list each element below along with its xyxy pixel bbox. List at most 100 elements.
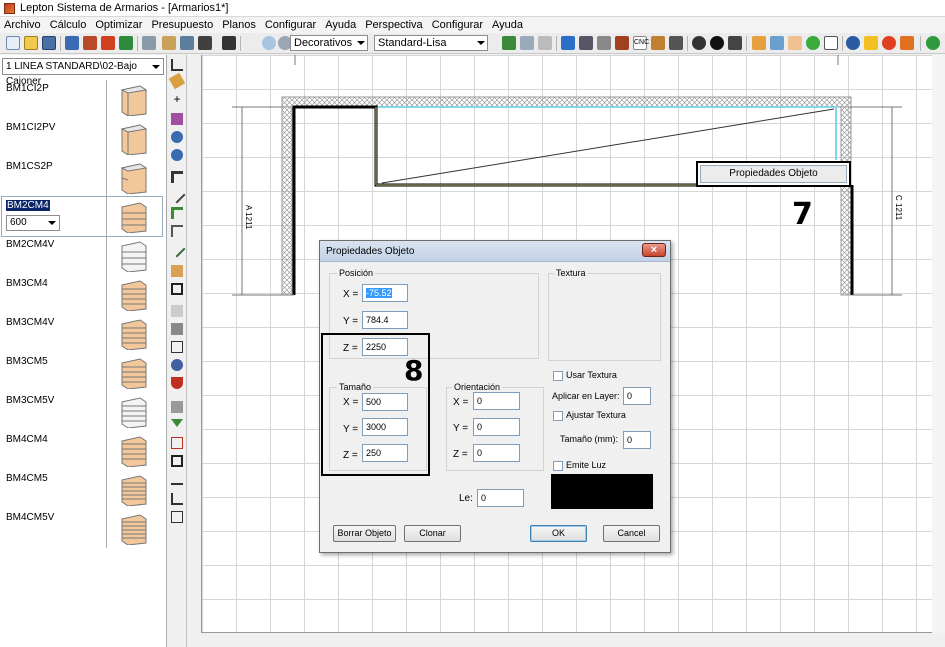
tools-icon[interactable] (538, 36, 552, 50)
list-item[interactable]: BM2CM4V (2, 236, 162, 275)
find-icon[interactable] (180, 36, 194, 50)
user-icon[interactable] (926, 36, 940, 50)
money-icon[interactable] (806, 36, 820, 50)
camera-icon[interactable] (692, 36, 706, 50)
box-icon[interactable] (171, 305, 183, 317)
shelf-icon[interactable] (171, 401, 183, 413)
ruler-icon[interactable] (168, 72, 186, 90)
line-icon[interactable] (651, 36, 665, 50)
pencil-icon[interactable] (162, 36, 176, 50)
print-icon[interactable] (83, 36, 97, 50)
fit-texture-checkbox[interactable] (553, 411, 563, 421)
family-select[interactable]: 1 LINEA STANDARD\02-Bajo Cajoner (2, 58, 164, 87)
camera-icon[interactable] (198, 36, 212, 50)
menu-perspectiva[interactable]: Perspectiva (365, 19, 422, 31)
frame-icon[interactable] (171, 225, 183, 237)
cnc-icon[interactable]: CNC (633, 36, 649, 50)
stand-icon[interactable] (171, 323, 183, 335)
globe-icon[interactable] (846, 36, 860, 50)
base-icon[interactable] (171, 473, 183, 485)
printer-icon[interactable] (142, 36, 156, 50)
delete-object-button[interactable]: Borrar Objeto (333, 525, 396, 542)
crosshair-icon[interactable]: + (171, 93, 183, 105)
lightbulb-icon[interactable] (262, 36, 276, 50)
clone-button[interactable]: Clonar (404, 525, 461, 542)
briefcase-icon[interactable] (900, 36, 914, 50)
le-field[interactable]: 0 (477, 489, 524, 507)
list-item[interactable]: BM3CM4 (2, 275, 162, 314)
gear-icon[interactable] (710, 36, 724, 50)
menu-configurar-2[interactable]: Configurar (432, 19, 483, 31)
zoom-icon[interactable] (520, 36, 534, 50)
new-file-icon[interactable] (6, 36, 20, 50)
list-item[interactable]: BM3CM5 (2, 353, 162, 392)
list-item[interactable]: BM4CM5V (2, 509, 162, 548)
split-icon[interactable] (669, 36, 683, 50)
hanger-icon[interactable] (171, 377, 183, 389)
list-item[interactable]: BM1CS2P (2, 158, 162, 197)
rotate-icon[interactable] (171, 493, 183, 505)
cancel-button[interactable]: Cancel (603, 525, 660, 542)
window-icon[interactable] (770, 36, 784, 50)
menu-archivo[interactable]: Archivo (4, 19, 41, 31)
select-icon[interactable] (171, 113, 183, 125)
monitor-icon[interactable] (65, 36, 79, 50)
list-item[interactable]: BM4CM4 (2, 431, 162, 470)
handle-icon[interactable] (171, 359, 183, 371)
help-icon[interactable] (882, 36, 896, 50)
menu-configurar[interactable]: Configurar (265, 19, 316, 31)
module-icon[interactable] (171, 455, 183, 467)
zoom-in-icon[interactable] (171, 131, 183, 143)
close-icon[interactable]: × (642, 243, 666, 257)
corner-icon[interactable] (171, 171, 183, 183)
material-filter-select[interactable]: Decorativos (290, 35, 368, 51)
context-menu-item-propiedades[interactable]: Propiedades Objeto (700, 165, 847, 183)
position-y-field[interactable]: 784.4 (362, 311, 408, 329)
finish-select[interactable]: Standard-Lisa (374, 35, 488, 51)
list-item[interactable]: BM3CM5V (2, 392, 162, 431)
texture-size-field[interactable]: 0 (623, 431, 651, 449)
tree-icon[interactable] (502, 36, 516, 50)
menu-ayuda[interactable]: Ayuda (325, 19, 356, 31)
drawer-icon[interactable] (171, 437, 183, 449)
save-icon[interactable] (42, 36, 56, 50)
line-tool-icon[interactable] (168, 186, 186, 204)
orientation-x-field[interactable]: 0 (473, 392, 520, 410)
panel-icon[interactable] (171, 265, 183, 277)
export-icon[interactable] (171, 511, 183, 523)
users-icon[interactable] (752, 36, 766, 50)
paste-icon[interactable] (119, 36, 133, 50)
list-item-selected[interactable]: BM2CM4 600 (1, 196, 163, 237)
menu-calculo[interactable]: Cálculo (50, 19, 87, 31)
apply-layer-field[interactable]: 0 (623, 387, 651, 405)
ok-button[interactable]: OK (530, 525, 587, 542)
diagonal-icon[interactable] (168, 240, 186, 258)
vertical-scrollbar[interactable] (932, 55, 945, 633)
open-folder-icon[interactable] (24, 36, 38, 50)
list-item[interactable]: BM1CI2PV (2, 119, 162, 158)
triangle-icon[interactable] (171, 419, 183, 431)
checkbox-icon[interactable] (824, 36, 838, 50)
grid-icon[interactable] (579, 36, 593, 50)
menu-ayuda-2[interactable]: Ayuda (492, 19, 523, 31)
list-item[interactable]: BM4CM5 (2, 470, 162, 509)
position-x-field[interactable]: -75.52 (362, 284, 408, 302)
calculator-icon[interactable] (222, 36, 236, 50)
star-icon[interactable] (864, 36, 878, 50)
list-item[interactable]: BM3CM4V (2, 314, 162, 353)
menu-presupuesto[interactable]: Presupuesto (151, 19, 213, 31)
menu-planos[interactable]: Planos (222, 19, 256, 31)
module-size-select[interactable]: 600 (6, 215, 60, 231)
orientation-z-field[interactable]: 0 (473, 444, 520, 462)
door-icon[interactable] (171, 341, 183, 353)
brush-icon[interactable] (597, 36, 611, 50)
list-icon[interactable] (728, 36, 742, 50)
zoom-out-icon[interactable] (171, 149, 183, 161)
cut-icon[interactable] (101, 36, 115, 50)
refresh-icon[interactable] (561, 36, 575, 50)
green-corner-icon[interactable] (171, 207, 183, 219)
layers-icon[interactable] (615, 36, 629, 50)
emit-light-checkbox[interactable] (553, 461, 563, 471)
hand-icon[interactable] (788, 36, 802, 50)
use-texture-checkbox[interactable] (553, 371, 563, 381)
